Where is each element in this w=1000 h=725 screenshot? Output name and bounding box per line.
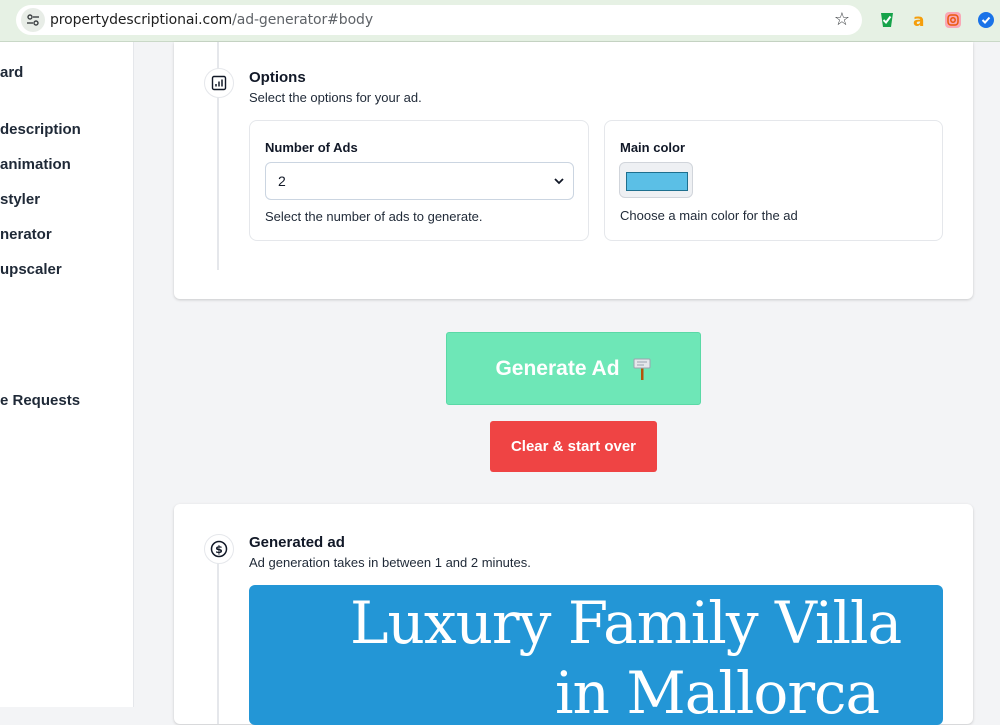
sidebar: ard description animation styler nerator… bbox=[0, 42, 134, 707]
ad-headline-line-2: in Mallorca bbox=[555, 659, 880, 725]
sidebar-item-upscaler[interactable]: upscaler bbox=[0, 261, 62, 278]
site-settings-icon[interactable] bbox=[21, 8, 45, 32]
sidebar-item-requests[interactable]: e Requests bbox=[0, 392, 80, 409]
sidebar-item-styler[interactable]: styler bbox=[0, 191, 40, 208]
main-color-picker[interactable] bbox=[619, 162, 693, 198]
generated-ad-title: Generated ad bbox=[249, 534, 345, 551]
clear-start-over-button[interactable]: Clear & start over bbox=[490, 421, 657, 472]
browser-toolbar: propertydescriptionai.com/ad-generator#b… bbox=[0, 0, 1000, 42]
bar-chart-icon bbox=[204, 68, 234, 98]
svg-text:$: $ bbox=[215, 543, 223, 556]
extension-camera-icon[interactable] bbox=[944, 11, 962, 29]
extension-check-icon[interactable] bbox=[878, 11, 896, 29]
bookmark-star-icon[interactable]: ☆ bbox=[834, 9, 850, 30]
number-of-ads-help: Select the number of ads to generate. bbox=[265, 209, 483, 224]
ad-preview-image: Luxury Family Villa in Mallorca bbox=[249, 585, 943, 725]
number-of-ads-label: Number of Ads bbox=[265, 140, 358, 155]
options-title: Options bbox=[249, 69, 306, 86]
dollar-icon: $ bbox=[204, 534, 234, 564]
number-of-ads-select[interactable]: 2 bbox=[265, 162, 574, 200]
url-domain: propertydescriptionai.com bbox=[50, 12, 233, 28]
sidebar-item-description[interactable]: description bbox=[0, 121, 81, 138]
generated-ad-subtitle: Ad generation takes in between 1 and 2 m… bbox=[249, 555, 531, 570]
options-subtitle: Select the options for your ad. bbox=[249, 90, 422, 105]
sidebar-item-generator[interactable]: nerator bbox=[0, 226, 52, 243]
url-path: /ad-generator#body bbox=[232, 12, 374, 28]
chevron-down-icon bbox=[554, 178, 564, 185]
svg-text:a: a bbox=[913, 11, 924, 29]
sidebar-item-dashboard[interactable]: ard bbox=[0, 64, 23, 81]
generate-ad-button[interactable]: Generate Ad bbox=[446, 332, 701, 405]
ad-headline-line-1: Luxury Family Villa bbox=[350, 589, 902, 657]
extension-verified-icon[interactable] bbox=[978, 12, 994, 28]
number-of-ads-value: 2 bbox=[278, 173, 286, 189]
main-color-swatch bbox=[626, 172, 688, 191]
address-bar[interactable]: propertydescriptionai.com/ad-generator#b… bbox=[16, 5, 862, 35]
url-text[interactable]: propertydescriptionai.com/ad-generator#b… bbox=[50, 12, 373, 28]
number-of-ads-box: Number of Ads 2 Select the number of ads… bbox=[249, 120, 589, 241]
signpost-icon bbox=[633, 358, 651, 380]
timeline-line bbox=[217, 552, 219, 724]
generate-ad-label: Generate Ad bbox=[495, 356, 620, 380]
main-color-box: Main color Choose a main color for the a… bbox=[604, 120, 943, 241]
sidebar-item-animation[interactable]: animation bbox=[0, 156, 71, 173]
main-color-label: Main color bbox=[620, 140, 686, 155]
extension-amazon-icon[interactable]: a bbox=[910, 11, 928, 31]
options-card: Options Select the options for your ad. … bbox=[174, 42, 973, 299]
main-color-help: Choose a main color for the ad bbox=[620, 208, 798, 223]
